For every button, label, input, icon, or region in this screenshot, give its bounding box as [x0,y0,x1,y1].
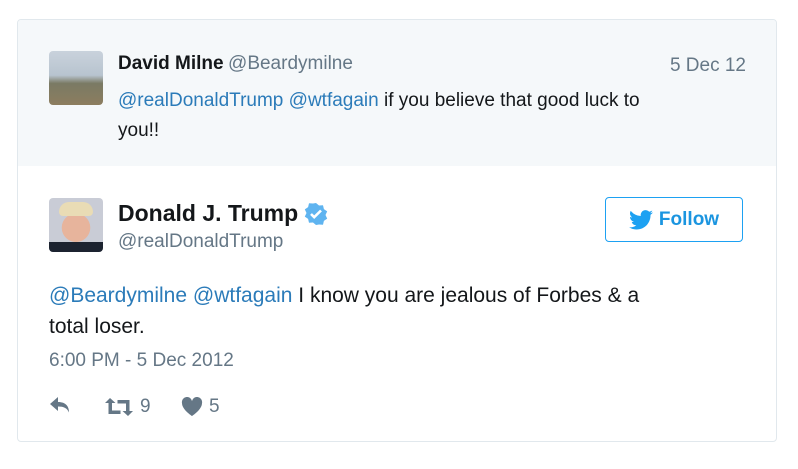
like-button[interactable]: 5 [181,396,220,418]
embedded-tweet-card: David Milne @Beardymilne 5 Dec 12 @realD… [17,19,777,442]
tweet-text: @Beardymilne @wtfagain I know you are je… [49,284,640,338]
parent-tweet-text: @realDonaldTrump @wtfagain if you believ… [118,90,640,141]
retweet-icon [105,398,133,416]
mention-link[interactable]: @wtfagain [289,90,379,111]
like-count: 5 [209,396,220,417]
follow-button[interactable]: Follow [605,197,743,242]
tweet-timestamp[interactable]: 6:00 PM - 5 Dec 2012 [49,350,234,372]
reply-icon [50,397,69,413]
parent-date[interactable]: 5 Dec 12 [670,55,746,77]
parent-author-handle[interactable]: @Beardymilne [228,53,353,74]
mention-link[interactable]: @Beardymilne [49,284,187,307]
author-handle[interactable]: @realDonaldTrump [118,231,283,253]
parent-author-name[interactable]: David Milne [118,53,224,74]
donald-trump-avatar[interactable] [49,198,103,252]
follow-label: Follow [658,208,720,230]
twitter-bird-icon [628,209,653,229]
heart-icon [181,397,203,416]
david-milne-avatar[interactable] [49,51,103,105]
verified-badge-icon [304,202,328,225]
mention-link[interactable]: @realDonaldTrump [118,90,283,111]
mention-link[interactable]: @wtfagain [193,284,293,307]
retweet-count: 9 [140,396,151,417]
retweet-button[interactable]: 9 [104,396,151,418]
reply-button[interactable] [49,396,73,414]
author-name[interactable]: Donald J. Trump [118,200,298,227]
parent-tweet[interactable]: David Milne @Beardymilne 5 Dec 12 @realD… [18,20,776,166]
